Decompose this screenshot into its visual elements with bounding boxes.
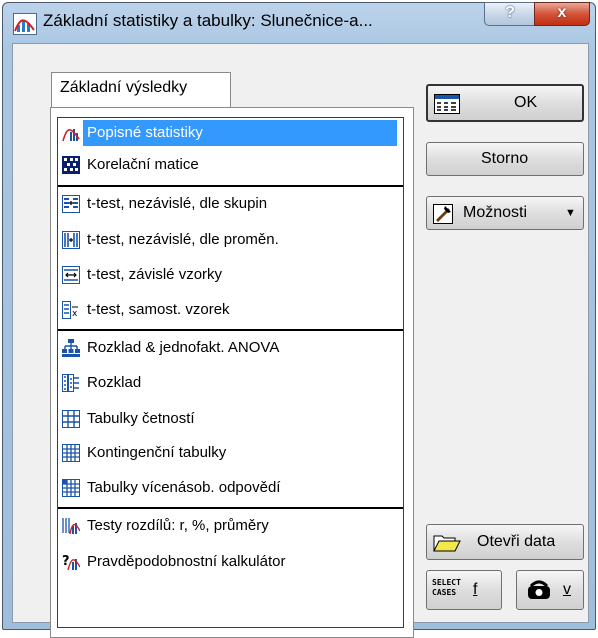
list-item-label: Pravděpodobnostní kalkulátor [87,553,286,570]
ttest-groups-icon [62,195,80,213]
breakdown-icon [62,374,79,392]
list-item-ttest-variables[interactable]: t-test, nezávislé, dle proměn. [58,225,403,255]
list-item-descriptive-stats[interactable]: Popisné statistiky [58,118,403,148]
ok-label: OK [514,94,538,111]
ok-button[interactable]: OK [426,84,584,122]
list-item-crosstabs[interactable]: Kontingenční tabulky [58,438,403,468]
list-item-correlation-matrix[interactable]: Korelační matice [58,150,403,180]
cancel-label: Storno [481,150,529,167]
statistics-app-icon [13,13,37,35]
list-item-label: Testy rozdílů: r, %, průměry [87,517,269,534]
analysis-list: Popisné statistiky Korelační matice t-te [57,117,404,628]
list-divider [58,507,403,509]
dialog-body: Základní výsledky Popisné statistiky Kor… [12,43,589,638]
ttest-dependent-icon [62,266,80,284]
list-item-label: Rozklad [87,374,142,391]
list-item-label: Tabulky vícenásob. odpovědí [87,479,281,496]
weights-key: v [563,581,571,598]
list-item-multiresponse-tables[interactable]: Tabulky vícenásob. odpovědí [58,473,403,503]
weights-button[interactable]: v [516,570,584,610]
list-item-label: Tabulky četností [87,410,195,427]
tab-basic-results[interactable]: Základní výsledky [51,72,231,108]
list-item-probability-calculator[interactable]: ? Pravděpodobnostní kalkulátor [58,547,403,577]
select-cases-text-top: SELECT [432,578,461,587]
weight-icon [528,580,550,599]
dialog-window: Základní statistiky a tabulky: Slunečnic… [2,2,596,638]
list-item-label: t-test, samost. vzorek [87,301,230,318]
list-item-label: Korelační matice [87,156,199,173]
close-icon: x [557,4,567,21]
list-item-ttest-groups[interactable]: t-test, nezávislé, dle skupin [58,189,403,219]
list-item-label: Popisné statistiky [87,124,203,141]
open-data-button[interactable]: Otevři data [426,524,584,560]
open-data-label: Otevři data [477,533,556,550]
options-label: Možnosti [463,204,528,221]
correlation-matrix-icon [62,156,80,174]
options-icon [433,204,453,224]
close-button[interactable]: x [534,2,590,26]
anova-icon [62,339,80,357]
crosstab-icon [62,444,80,462]
title-bar: Základní statistiky a tabulky: Slunečnic… [3,2,595,41]
multiresponse-table-icon [62,479,80,497]
svg-text:x: x [72,309,78,319]
ttest-variables-icon [62,231,80,249]
list-item-label: t-test, nezávislé, dle skupin [87,195,268,212]
list-item-ttest-single[interactable]: x t-test, samost. vzorek [58,295,403,325]
chevron-down-icon: ▼ [565,207,576,219]
select-cases-icon: SELECT CASES [432,578,461,598]
cancel-button[interactable]: Storno [426,142,584,176]
descriptive-stats-icon [62,129,80,142]
list-item-label: Rozklad & jednofakt. ANOVA [87,339,280,356]
ttest-single-icon: x [62,301,78,319]
list-item-breakdown[interactable]: Rozklad [58,368,403,398]
list-item-ttest-dependent[interactable]: t-test, závislé vzorky [58,260,403,290]
select-cases-text-bottom: CASES [432,588,457,597]
list-item-label: Kontingenční tabulky [87,444,227,461]
select-cases-button[interactable]: SELECT CASES f [426,570,502,610]
options-button[interactable]: Možnosti ▼ [426,196,584,230]
list-divider [58,185,403,187]
select-cases-key: f [473,581,478,598]
help-icon: ? [505,4,515,21]
folder-open-icon [433,535,461,552]
difference-tests-icon [62,518,80,535]
probability-calculator-icon: ? [62,554,80,571]
help-button[interactable]: ? [484,2,536,26]
window-title: Základní statistiky a tabulky: Slunečnic… [43,11,373,30]
list-item-label: t-test, závislé vzorky [87,266,223,283]
list-divider [58,329,403,331]
list-item-difference-tests[interactable]: Testy rozdílů: r, %, průměry [58,511,403,541]
list-item-label: t-test, nezávislé, dle proměn. [87,231,279,248]
ok-icon [434,94,460,114]
frequency-table-icon [62,410,80,428]
list-item-anova[interactable]: Rozklad & jednofakt. ANOVA [58,333,403,363]
list-item-frequency-tables[interactable]: Tabulky četností [58,404,403,434]
